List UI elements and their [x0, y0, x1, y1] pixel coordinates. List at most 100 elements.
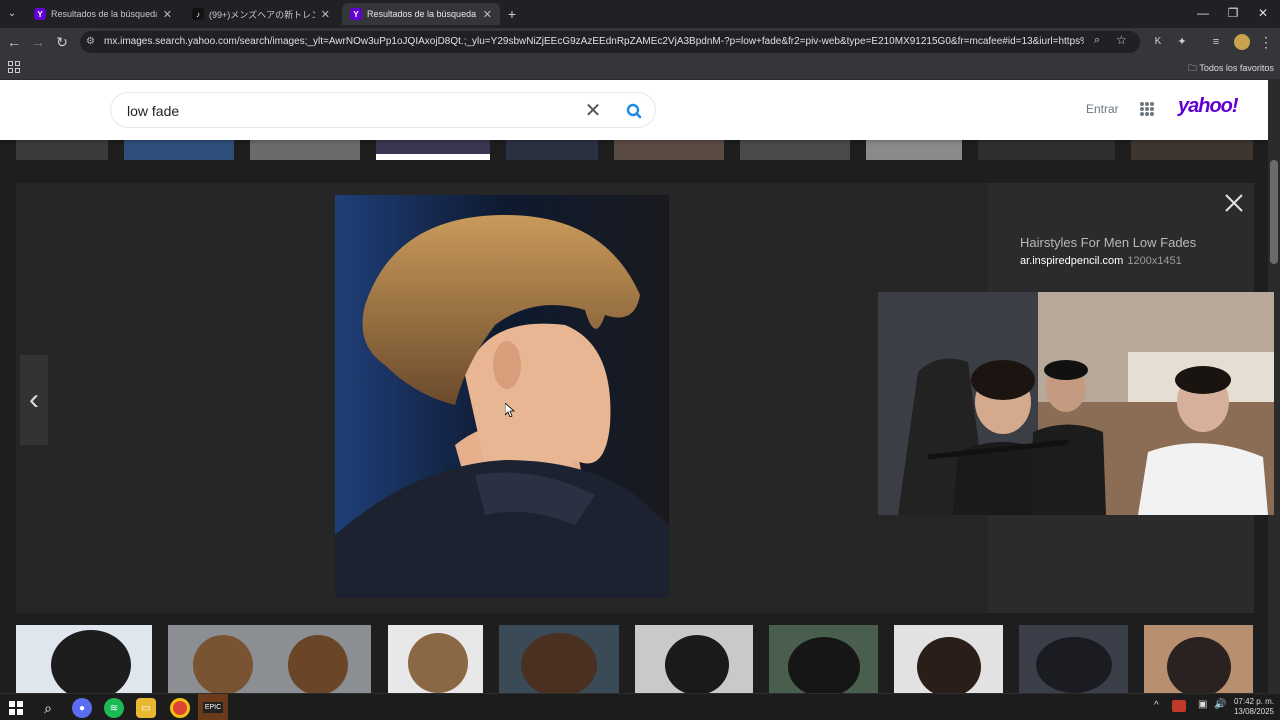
result-thumbnail[interactable]: [635, 625, 753, 693]
result-thumbnail[interactable]: [1131, 140, 1253, 160]
taskbar-date[interactable]: 13/08/2025: [1228, 707, 1274, 716]
result-thumbnail[interactable]: [740, 140, 850, 160]
spotify-app-icon[interactable]: ≋: [104, 698, 124, 718]
browser-toolbar: ← → ↻ ⚙ mx.images.search.yahoo.com/searc…: [0, 28, 1280, 56]
tray-app-icon[interactable]: [1172, 700, 1186, 712]
site-info-icon[interactable]: ⚙: [86, 36, 98, 48]
result-thumbnail[interactable]: [894, 625, 1003, 693]
result-thumbnail[interactable]: [250, 140, 360, 160]
tray-chevron-icon[interactable]: ^: [1154, 700, 1159, 711]
result-thumbnail[interactable]: [614, 140, 724, 160]
windows-taskbar: ⌕ ● ≋ ▭ EPIC ^ ▣ 🔊 07:42 p. m. 13/08/202…: [0, 693, 1280, 720]
zoom-icon[interactable]: ⌕: [1094, 34, 1100, 47]
tab-title: (99+)メンズヘアの新トレンド:エンド: [209, 9, 315, 20]
profile-avatar[interactable]: [1234, 34, 1250, 50]
result-thumbnail[interactable]: [16, 625, 152, 693]
result-thumbnail[interactable]: [978, 140, 1115, 160]
image-dimensions: 1200x1451: [1127, 255, 1182, 267]
extension-k-icon[interactable]: K: [1148, 32, 1168, 52]
apps-icon[interactable]: [8, 61, 20, 73]
extensions-puzzle-icon[interactable]: ✦: [1172, 32, 1192, 52]
minimize-icon[interactable]: —: [1188, 4, 1218, 22]
reload-icon[interactable]: ↻: [52, 32, 72, 52]
result-thumbnail[interactable]: [499, 625, 619, 693]
tab-tiktok[interactable]: ♪ (99+)メンズヘアの新トレンド:エンド ✕: [184, 3, 338, 25]
epic-logo-icon: EPIC: [202, 701, 224, 713]
tab-yahoo-active[interactable]: Y Resultados de la búsqueda de ✕: [342, 3, 500, 25]
thumbnail-image: [1019, 625, 1128, 693]
menu-dots-icon[interactable]: ⋮: [1256, 32, 1276, 52]
new-tab-plus-icon[interactable]: +: [502, 4, 522, 24]
source-domain-link[interactable]: ar.inspiredpencil.com: [1020, 255, 1123, 267]
thumbnail-image: [635, 625, 753, 693]
result-thumbnail[interactable]: [1144, 625, 1253, 693]
clear-search-icon[interactable]: ✕: [581, 99, 605, 123]
tab-close-icon[interactable]: ✕: [321, 8, 330, 21]
signin-link[interactable]: Entrar: [1086, 102, 1119, 116]
windows-start-icon[interactable]: [6, 698, 26, 718]
result-thumbnail[interactable]: [506, 140, 598, 160]
tab-close-icon[interactable]: ✕: [483, 8, 492, 21]
scrollbar-thumb[interactable]: [1270, 160, 1278, 264]
windows-logo-icon: [9, 701, 23, 715]
result-thumbnail[interactable]: [168, 625, 371, 693]
url-text[interactable]: mx.images.search.yahoo.com/search/images…: [104, 31, 1084, 53]
result-thumbnail-selected[interactable]: [376, 140, 490, 160]
result-thumbnail[interactable]: [866, 140, 962, 160]
result-thumbnail[interactable]: [16, 140, 108, 160]
yahoo-favicon-icon: Y: [350, 8, 362, 20]
yahoo-apps-grid-icon[interactable]: [1140, 102, 1154, 116]
taskbar-time[interactable]: 07:42 p. m.: [1228, 697, 1274, 706]
bookmark-star-icon[interactable]: ☆: [1116, 33, 1127, 47]
thumbnail-image: [168, 625, 371, 693]
media-controls-icon[interactable]: ≡: [1206, 32, 1226, 52]
folder-icon: 🗀: [1188, 63, 1198, 73]
thumbnail-image: [1144, 625, 1253, 693]
tab-search-chevron-icon[interactable]: ⌄: [2, 4, 22, 24]
previous-image-button[interactable]: ‹: [20, 355, 48, 445]
tab-title: Resultados de la búsqueda de: [51, 9, 157, 19]
thumbnail-image: [499, 625, 619, 693]
tab-title: Resultados de la búsqueda de: [367, 9, 477, 19]
preview-main-image[interactable]: [335, 195, 669, 598]
network-icon[interactable]: ▣: [1198, 699, 1207, 710]
preview-image-title[interactable]: Hairstyles For Men Low Fades: [1020, 235, 1196, 250]
thumbnail-image: [894, 625, 1003, 693]
thumbnail-image: [16, 625, 152, 693]
tab-close-icon[interactable]: ✕: [163, 8, 172, 21]
taskbar-search-icon[interactable]: ⌕: [38, 698, 58, 718]
back-arrow-icon[interactable]: ←: [4, 32, 24, 52]
chrome-app-icon[interactable]: [170, 698, 190, 718]
volume-icon[interactable]: 🔊: [1214, 699, 1226, 710]
search-box: ✕: [110, 92, 656, 128]
haircut-photo: [335, 195, 669, 598]
result-thumbnail[interactable]: [769, 625, 878, 693]
restore-icon[interactable]: ❐: [1218, 4, 1248, 22]
search-input[interactable]: [127, 101, 567, 121]
result-thumbnail[interactable]: [124, 140, 234, 160]
tab-yahoo-1[interactable]: Y Resultados de la búsqueda de ✕: [26, 3, 180, 25]
window-close-icon[interactable]: ✕: [1248, 4, 1278, 22]
file-explorer-icon[interactable]: ▭: [136, 698, 156, 718]
forward-arrow-icon[interactable]: →: [28, 32, 48, 52]
epic-games-app-icon[interactable]: EPIC: [198, 694, 228, 720]
thumbnail-image: [388, 625, 483, 693]
search-icon: [626, 103, 642, 119]
browser-tab-bar: ⌄ Y Resultados de la búsqueda de ✕ ♪ (99…: [0, 0, 1280, 28]
close-preview-button[interactable]: [1222, 191, 1246, 215]
yahoo-logo[interactable]: yahoo!: [1178, 95, 1239, 118]
webcam-image: [878, 292, 1274, 515]
close-icon: [1225, 194, 1243, 212]
all-bookmarks-label: Todos los favoritos: [1199, 63, 1274, 73]
thumbnail-image: [769, 625, 878, 693]
webcam-overlay: [878, 292, 1274, 515]
yahoo-favicon-icon: Y: [34, 8, 46, 20]
address-bar[interactable]: ⚙ mx.images.search.yahoo.com/search/imag…: [80, 31, 1140, 53]
discord-app-icon[interactable]: ●: [72, 698, 92, 718]
result-thumbnail[interactable]: [1019, 625, 1128, 693]
search-button[interactable]: [621, 99, 647, 123]
result-thumbnail[interactable]: [388, 625, 483, 693]
mouse-cursor-icon: [504, 402, 516, 422]
tiktok-favicon-icon: ♪: [192, 8, 204, 20]
all-bookmarks-button[interactable]: 🗀 Todos los favoritos: [1188, 61, 1274, 77]
